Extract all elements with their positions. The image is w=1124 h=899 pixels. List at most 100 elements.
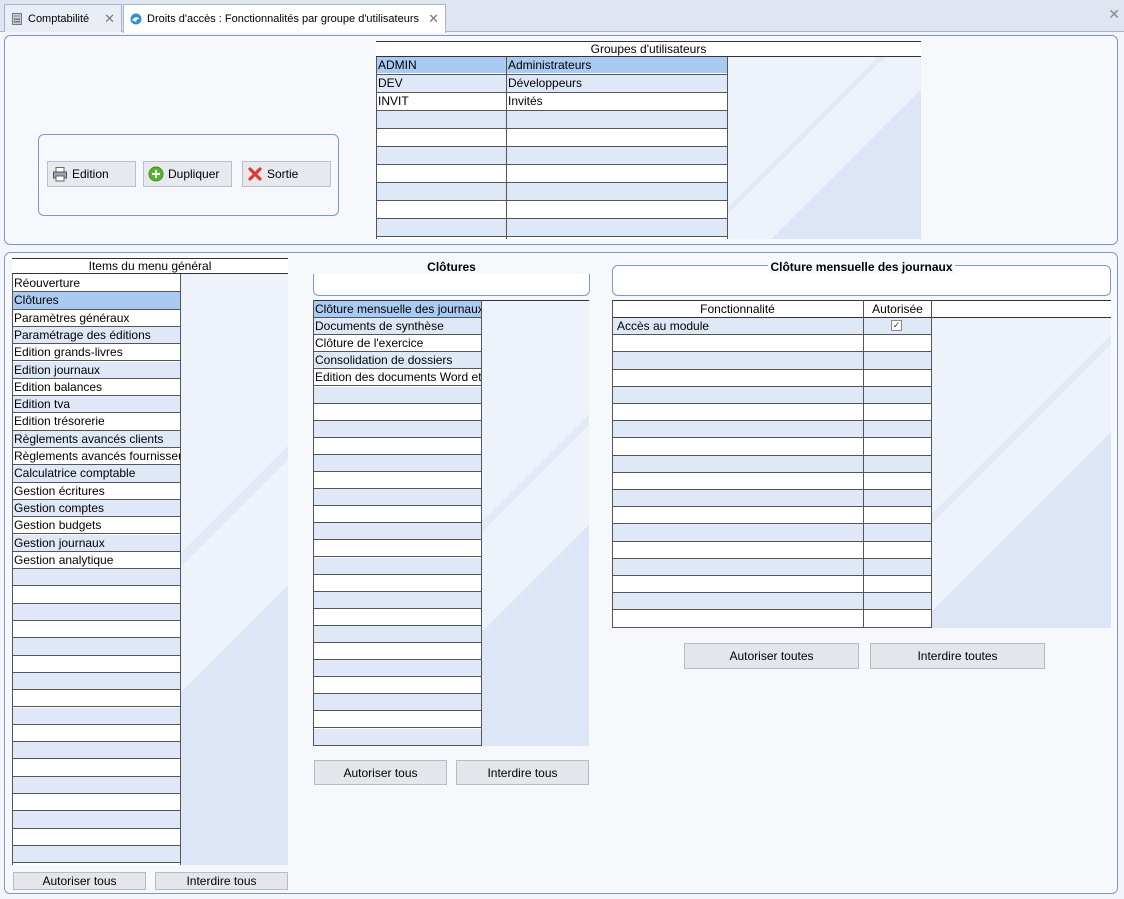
column-divider — [481, 300, 482, 746]
clotures-autoriser-tous-button[interactable]: Autoriser tous — [314, 760, 447, 785]
tab-droits-acces[interactable]: Droits d'accès : Fonctionnalités par gro… — [123, 4, 446, 33]
col-autorisee-header[interactable]: Autorisée — [863, 302, 932, 316]
empty-row — [313, 677, 482, 695]
empty-row — [612, 370, 932, 387]
empty-row — [313, 506, 482, 524]
edition-label: Edition — [72, 167, 109, 181]
menu-item-row[interactable]: Edition tva — [12, 396, 181, 414]
autorisee-checkbox[interactable]: ✓ — [891, 320, 902, 331]
cloture-row[interactable]: Clôture mensuelle des journaux — [313, 301, 482, 319]
tab-bar: Comptabilité ✕ Droits d'accès : Fonction… — [0, 0, 1124, 33]
column-divider — [376, 57, 377, 239]
empty-row — [12, 811, 181, 829]
empty-row — [612, 542, 932, 559]
menu-item-row[interactable]: Gestion journaux — [12, 534, 181, 552]
menu-item-row[interactable]: Edition grands-livres — [12, 344, 181, 362]
button-label: Autoriser tous — [343, 765, 418, 780]
menu-item-row[interactable]: Gestion analytique — [12, 552, 181, 570]
dupliquer-label: Dupliquer — [168, 167, 220, 181]
autoriser-toutes-button[interactable]: Autoriser toutes — [684, 643, 859, 669]
button-label: Autoriser toutes — [729, 649, 814, 663]
menu-item-row[interactable]: Paramétrage des éditions — [12, 326, 181, 345]
groups-grid: Groupes d'utilisateurs ADMIN Administrate… — [376, 41, 921, 239]
menu-item-row[interactable]: Réouverture — [12, 275, 181, 293]
close-window-icon[interactable]: ✕ — [1108, 6, 1120, 23]
cloture-row[interactable]: Documents de synthèse — [313, 318, 482, 336]
group-name-cell: Développeurs — [508, 76, 583, 90]
grid-background — [181, 273, 288, 865]
column-divider — [180, 274, 181, 865]
fonctionnalites-title-text: Clôture mensuelle des journaux — [768, 260, 955, 274]
menu-item-row[interactable]: Gestion budgets — [12, 517, 181, 535]
column-divider — [727, 57, 728, 239]
empty-row — [313, 404, 482, 421]
grid-background — [932, 318, 1111, 628]
group-row[interactable]: DEV Développeurs — [376, 75, 728, 93]
button-label: Autoriser tous — [42, 874, 117, 888]
calculator-icon — [12, 12, 22, 25]
col-fonctionnalite-header[interactable]: Fonctionnalité — [612, 302, 863, 316]
empty-row — [612, 558, 932, 576]
empty-row — [376, 111, 728, 129]
group-row[interactable]: INVIT Invités — [376, 93, 728, 111]
empty-row — [612, 455, 932, 473]
empty-row — [376, 201, 728, 219]
edition-button[interactable]: Edition — [47, 161, 136, 187]
button-label: Interdire tous — [487, 765, 558, 780]
grid-header: Fonctionnalité Autorisée — [612, 300, 1111, 318]
empty-row — [12, 794, 181, 812]
tab-comptabilite[interactable]: Comptabilité ✕ — [4, 4, 122, 32]
close-icon[interactable]: ✕ — [428, 11, 439, 27]
empty-row — [612, 490, 932, 508]
menu-item-row[interactable]: Paramètres généraux — [12, 310, 181, 327]
button-label: Interdire toutes — [917, 649, 998, 663]
empty-row — [612, 473, 932, 490]
dupliquer-button[interactable]: Dupliquer — [143, 161, 232, 187]
empty-row — [12, 586, 181, 604]
fonctionnalites-title: Clôture mensuelle des journaux — [612, 260, 1111, 274]
empty-row — [12, 621, 181, 639]
menu-autoriser-tous-button[interactable]: Autoriser tous — [13, 872, 146, 890]
empty-row — [612, 352, 932, 370]
group-row[interactable]: ADMIN Administrateurs — [376, 57, 728, 75]
menu-interdire-tous-button[interactable]: Interdire tous — [155, 872, 288, 890]
menu-item-row[interactable]: Règlements avancés fournisseurs — [12, 448, 181, 466]
group-name-cell: Administrateurs — [507, 57, 727, 73]
clotures-grid: Clôture mensuelle des journaux Documents … — [313, 300, 589, 746]
empty-row — [313, 625, 482, 643]
menu-item-row[interactable]: Edition trésorerie — [12, 413, 181, 431]
menu-item-row[interactable]: Gestion écritures — [12, 483, 181, 500]
menu-item-row[interactable]: Edition balances — [12, 379, 181, 397]
menu-item-row[interactable]: Calculatrice comptable — [12, 465, 181, 483]
empty-row — [313, 591, 482, 609]
close-icon[interactable]: ✕ — [104, 11, 115, 27]
column-divider — [612, 300, 613, 628]
empty-row — [313, 609, 482, 626]
sortie-button[interactable]: Sortie — [242, 161, 331, 187]
empty-row — [12, 603, 181, 621]
interdire-toutes-button[interactable]: Interdire toutes — [870, 643, 1045, 669]
empty-row — [313, 386, 482, 404]
empty-row — [376, 147, 728, 165]
cloture-row[interactable]: Clôture de l'exercice — [313, 335, 482, 353]
fonctionnalite-row[interactable]: Accès au module ✓ — [612, 318, 932, 336]
menu-item-row[interactable]: Règlements avancés clients — [12, 430, 181, 448]
menu-item-row[interactable]: Clôtures — [12, 292, 181, 310]
group-code-cell: ADMIN — [377, 57, 506, 73]
groups-grid-title: Groupes d'utilisateurs — [376, 41, 921, 57]
cloture-row[interactable]: Edition des documents Word et Excel — [313, 369, 482, 387]
tab-label: Droits d'accès : Fonctionnalités par gro… — [147, 13, 420, 25]
menu-item-row[interactable]: Gestion comptes — [12, 499, 181, 518]
clotures-interdire-tous-button[interactable]: Interdire tous — [456, 760, 589, 785]
empty-row — [313, 454, 482, 472]
empty-row — [612, 386, 932, 404]
empty-row — [12, 569, 181, 587]
empty-row — [313, 643, 482, 661]
menu-item-row[interactable]: Edition journaux — [12, 361, 181, 379]
cloture-row[interactable]: Consolidation de dossiers — [313, 352, 482, 370]
empty-row — [12, 776, 181, 794]
empty-row — [612, 593, 932, 611]
empty-row — [12, 672, 181, 691]
toolbar-group: Edition Dupliquer Sortie — [38, 134, 339, 216]
access-rights-icon — [130, 13, 142, 25]
